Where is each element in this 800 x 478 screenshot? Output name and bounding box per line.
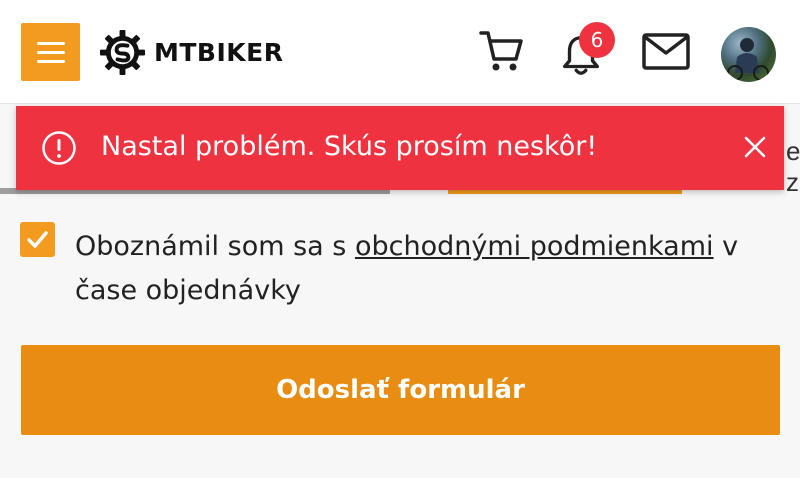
- checkmark-icon: [27, 231, 48, 248]
- menu-line: [36, 41, 65, 45]
- mail-icon[interactable]: [641, 31, 691, 73]
- error-toast: Nastal problém. Skús prosím neskôr!: [16, 106, 784, 190]
- brand-name: MTBIKER: [154, 37, 284, 67]
- notifications-button[interactable]: 6: [556, 22, 618, 82]
- close-icon[interactable]: [742, 134, 768, 160]
- menu-line: [36, 50, 65, 54]
- notification-count-badge: 6: [579, 22, 615, 58]
- error-message: Nastal problém. Skús prosím neskôr!: [101, 131, 598, 162]
- shopping-cart-icon[interactable]: [478, 27, 526, 75]
- user-avatar[interactable]: [721, 27, 776, 82]
- terms-link[interactable]: obchodnými podmienkami: [355, 231, 714, 262]
- terms-label: Oboznámil som sa s obchodnými podmienkam…: [75, 225, 755, 313]
- menu-line: [36, 59, 65, 63]
- cyclist-photo: [727, 38, 769, 81]
- submit-form-button[interactable]: Odoslať formulár: [21, 345, 780, 435]
- hamburger-menu-button[interactable]: [21, 23, 80, 81]
- brand-logo[interactable]: MTBIKER: [99, 29, 284, 75]
- terms-text-before: Oboznámil som sa s: [75, 231, 355, 262]
- terms-checkbox[interactable]: [20, 222, 55, 257]
- alert-circle-icon: [42, 131, 76, 165]
- gear-logo-icon: [99, 29, 146, 75]
- app-header: MTBIKER 6: [0, 0, 800, 104]
